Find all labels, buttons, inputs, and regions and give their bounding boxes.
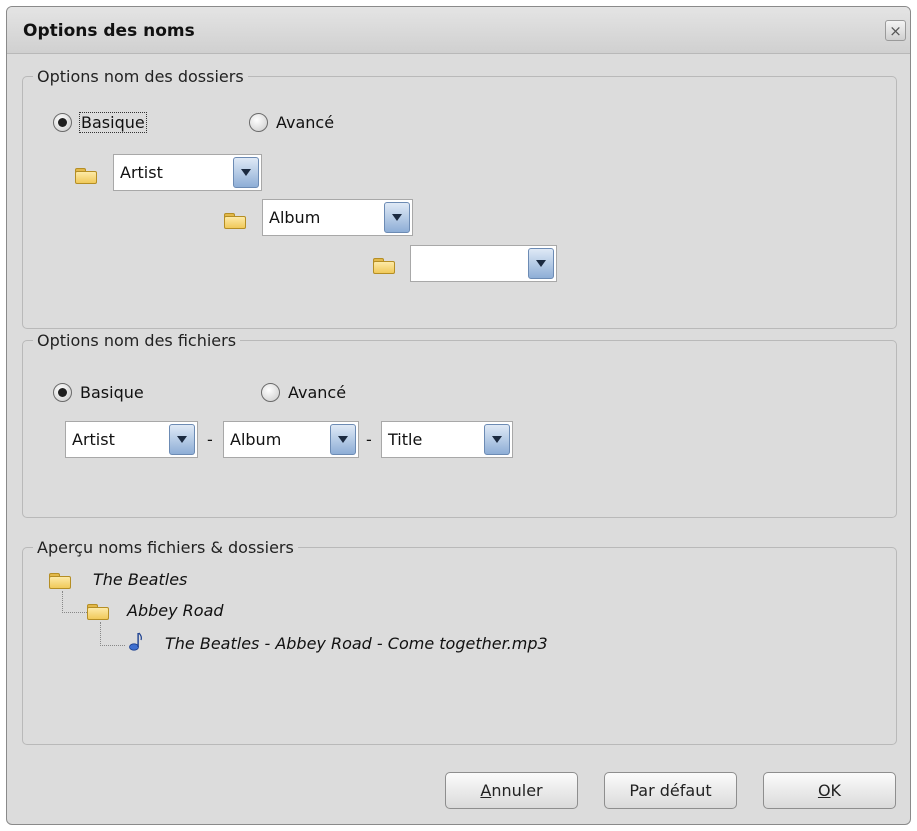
chevron-down-icon[interactable] — [233, 157, 259, 188]
chevron-down-icon[interactable] — [169, 424, 195, 455]
file-advanced-label: Avancé — [288, 383, 347, 402]
folder-level3-select[interactable] — [410, 245, 557, 282]
names-options-dialog: Options des noms × Options nom des dossi… — [6, 6, 911, 825]
file-field1-select[interactable]: Artist — [65, 421, 198, 458]
title-bar[interactable]: Options des noms × — [7, 7, 910, 54]
default-button[interactable]: Par défaut — [604, 772, 737, 809]
radio-unchecked-icon — [249, 113, 268, 132]
chevron-down-icon[interactable] — [384, 202, 410, 233]
cancel-button[interactable]: Annuler — [445, 772, 578, 809]
folder-advanced-label: Avancé — [276, 113, 335, 132]
chevron-down-icon[interactable] — [330, 424, 356, 455]
radio-checked-icon — [53, 383, 72, 402]
folder-level1-value: Artist — [120, 163, 163, 182]
tree-connector — [100, 622, 125, 646]
folder-level1-select[interactable]: Artist — [113, 154, 262, 191]
folder-basic-label: Basique — [79, 112, 147, 133]
chevron-down-icon[interactable] — [528, 248, 554, 279]
file-field3-value: Title — [388, 430, 423, 449]
file-field1-value: Artist — [72, 430, 115, 449]
folder-level2-value: Album — [269, 208, 321, 227]
file-field2-select[interactable]: Album — [223, 421, 359, 458]
folder-options-group: Options nom des dossiers — [22, 67, 897, 329]
music-note-icon — [129, 632, 142, 651]
preview-legend: Aperçu noms fichiers & dossiers — [37, 538, 294, 557]
folder-level2-select[interactable]: Album — [262, 199, 413, 236]
close-icon: × — [889, 22, 902, 40]
preview-album-folder: Abbey Road — [127, 601, 224, 620]
file-options-legend: Options nom des fichiers — [37, 331, 237, 350]
cancel-label: nnuler — [491, 781, 543, 800]
folder-options-legend: Options nom des dossiers — [37, 67, 244, 86]
folder-icon — [373, 258, 395, 274]
file-field2-value: Album — [230, 430, 282, 449]
file-advanced-radio[interactable]: Avancé — [261, 383, 346, 402]
folder-advanced-radio[interactable]: Avancé — [249, 113, 334, 132]
preview-artist-folder: The Beatles — [93, 570, 188, 589]
ok-button[interactable]: OK — [763, 772, 896, 809]
ok-accel-key: O — [817, 781, 831, 800]
folder-icon — [49, 573, 71, 589]
close-button[interactable]: × — [885, 20, 906, 41]
tree-connector — [62, 591, 87, 613]
preview-file-name: The Beatles - Abbey Road - Come together… — [165, 634, 548, 653]
file-basic-label: Basique — [80, 383, 144, 402]
folder-basic-radio[interactable]: Basique — [53, 112, 147, 133]
cancel-accel-key: A — [480, 781, 492, 800]
folder-icon — [87, 604, 109, 620]
file-field3-select[interactable]: Title — [381, 421, 513, 458]
separator-dash: - — [366, 430, 372, 449]
folder-icon — [75, 168, 97, 184]
radio-unchecked-icon — [261, 383, 280, 402]
chevron-down-icon[interactable] — [484, 424, 510, 455]
folder-icon — [224, 213, 246, 229]
separator-dash: - — [207, 430, 213, 449]
radio-checked-icon — [53, 113, 72, 132]
default-label: Par défaut — [629, 781, 712, 800]
ok-label: K — [830, 781, 842, 800]
dialog-title: Options des noms — [23, 21, 195, 41]
file-basic-radio[interactable]: Basique — [53, 383, 144, 402]
